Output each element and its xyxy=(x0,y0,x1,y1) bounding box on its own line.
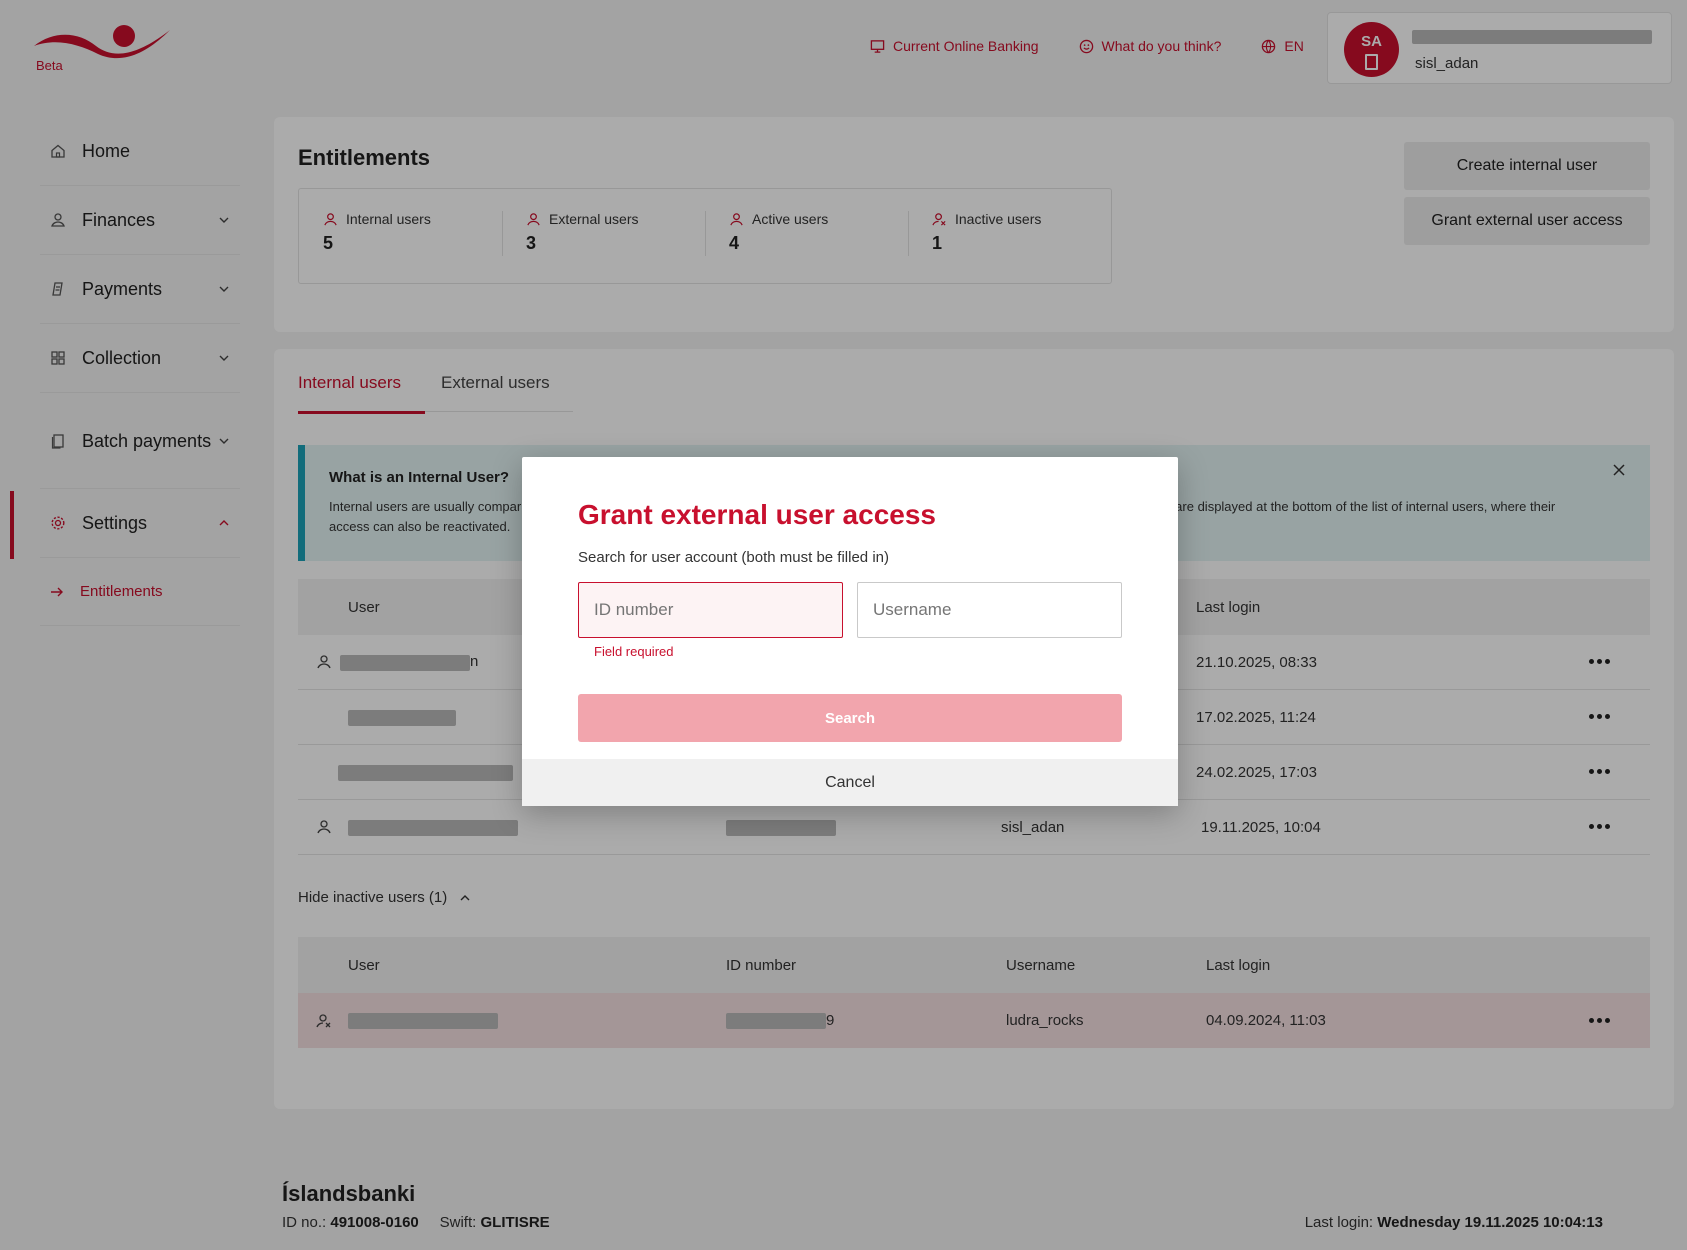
search-button[interactable]: Search xyxy=(578,694,1122,742)
id-number-input[interactable] xyxy=(578,582,843,638)
username-input[interactable] xyxy=(857,582,1122,638)
field-required-error: Field required xyxy=(594,644,674,659)
cancel-button[interactable]: Cancel xyxy=(522,759,1178,806)
dialog-subtitle: Search for user account (both must be fi… xyxy=(578,549,889,566)
dialog-title: Grant external user access xyxy=(578,499,936,530)
grant-external-access-dialog: Grant external user access Search for us… xyxy=(522,457,1178,806)
